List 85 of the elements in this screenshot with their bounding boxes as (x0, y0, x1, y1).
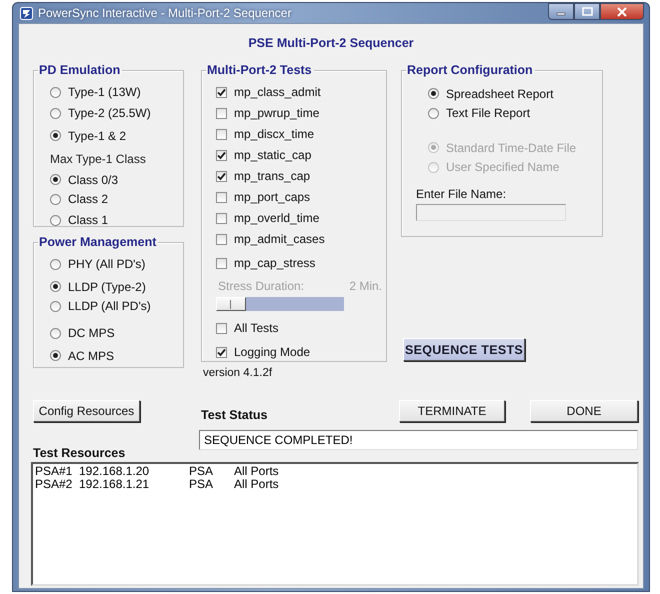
radio-button[interactable] (50, 194, 61, 204)
maximize-icon (582, 7, 592, 16)
group-title: Report Configuration (406, 63, 535, 78)
list-cell-text: PSA#1 (35, 465, 74, 478)
checkbox[interactable] (216, 212, 227, 224)
option-label[interactable]: Class 2 (68, 192, 108, 206)
option-label[interactable]: mp_pwrup_time (234, 106, 320, 120)
option-label[interactable]: Logging Mode (234, 345, 310, 359)
radio-button[interactable] (50, 108, 61, 118)
maximize-button[interactable] (574, 3, 600, 20)
option-label[interactable]: PHY (All PD's) (68, 257, 146, 271)
list-cell-text: All Ports (234, 465, 280, 478)
option-label[interactable]: All Tests (234, 321, 278, 335)
status-field: SEQUENCE COMPLETED! (199, 430, 638, 450)
radio-button[interactable] (50, 300, 61, 312)
list-cell-text: 192.168.1.21 (79, 478, 150, 491)
radio-button[interactable] (50, 214, 61, 226)
close-button[interactable] (600, 3, 644, 20)
radio-button[interactable] (50, 174, 61, 185)
option-label[interactable]: Class 1 (68, 213, 108, 227)
list-cell-text: All Ports (234, 478, 280, 491)
checkbox[interactable] (216, 258, 227, 268)
radio-button[interactable] (50, 86, 61, 98)
checkbox[interactable] (216, 108, 227, 118)
option-label[interactable]: LLDP (All PD's) (68, 299, 151, 313)
option-label[interactable]: mp_static_cap (234, 148, 312, 162)
option-label[interactable]: Spreadsheet Report (446, 86, 554, 100)
option-label[interactable]: mp_port_caps (234, 190, 310, 204)
radio-button[interactable] (50, 328, 61, 338)
checkmark-icon (217, 150, 226, 160)
checkmark-icon (217, 172, 226, 180)
resources-label: Test Resources (33, 446, 126, 460)
option-label[interactable]: mp_discx_time (234, 127, 314, 141)
radio-button[interactable] (50, 130, 61, 141)
minimize-button[interactable] (548, 3, 574, 20)
option-label[interactable]: Type-1 (13W) (68, 85, 141, 99)
radio-button[interactable] (50, 281, 61, 292)
option-label[interactable]: LLDP (Type-2) (68, 280, 146, 294)
slider[interactable] (216, 297, 344, 311)
resources-list[interactable]: PSA#1 192.168.1.20 PSA All Ports PSA#2 192.168.1.21 PSA All Ports (31, 462, 639, 586)
heading: PSE Multi-Port-2 Sequencer (247, 35, 415, 52)
checkbox[interactable] (216, 86, 227, 98)
option-label[interactable]: AC MPS (68, 348, 114, 362)
class-label: Max Type-1 Class (50, 151, 147, 168)
version-label: version 4.1.2f (203, 367, 274, 379)
checkbox[interactable] (216, 322, 227, 334)
option-label[interactable]: mp_trans_cap (234, 169, 310, 183)
checkmark-icon (217, 348, 226, 356)
app-icon (20, 6, 33, 20)
checkbox[interactable] (216, 128, 227, 140)
terminate-button[interactable]: TERMINATE (399, 400, 505, 422)
option-label[interactable]: Text File Report (446, 106, 530, 120)
window-title: PowerSync Interactive - Multi-Port-2 Sequencer (38, 6, 292, 20)
list-cell-text: PSA (189, 478, 214, 491)
status-label: Test Status (201, 408, 268, 422)
stress-duration-label: Stress Duration: (218, 279, 304, 293)
list-cell-text: PSA#2 (35, 478, 74, 491)
file-name-label: Enter File Name: (416, 187, 508, 201)
option-label[interactable]: Type-2 (25.5W) (68, 106, 151, 120)
option-label[interactable]: mp_class_admit (234, 85, 321, 99)
checkbox[interactable] (216, 234, 227, 244)
radio-button[interactable] (428, 88, 439, 99)
radio-button[interactable] (428, 108, 439, 118)
sequence-tests-button[interactable]: SEQUENCE TESTS (403, 338, 525, 361)
option-label[interactable]: mp_cap_stress (234, 256, 316, 270)
checkbox[interactable] (216, 192, 227, 202)
close-icon (616, 6, 628, 16)
checkbox[interactable] (216, 170, 227, 182)
option-label[interactable]: DC MPS (68, 326, 115, 340)
list-cell-text: PSA (189, 465, 214, 478)
done-button[interactable]: DONE (530, 400, 638, 422)
config-resources-button[interactable]: Config Resources (33, 400, 140, 422)
slider-thumb[interactable] (216, 297, 246, 311)
checkbox[interactable] (216, 346, 227, 358)
radio-button[interactable] (50, 350, 61, 361)
radio-button[interactable] (50, 258, 61, 270)
stress-duration-value: 2 Min. (349, 279, 382, 293)
option-label[interactable]: Type-1 & 2 (68, 128, 126, 142)
checkmark-icon (217, 88, 226, 96)
option-label[interactable]: mp_overld_time (234, 211, 320, 225)
list-cell-text: 192.168.1.20 (79, 465, 150, 478)
group-title: Power Management (38, 235, 158, 250)
checkbox[interactable] (216, 150, 227, 160)
option-label[interactable]: Class 0/3 (68, 172, 118, 186)
option-label[interactable]: mp_admit_cases (234, 232, 325, 246)
